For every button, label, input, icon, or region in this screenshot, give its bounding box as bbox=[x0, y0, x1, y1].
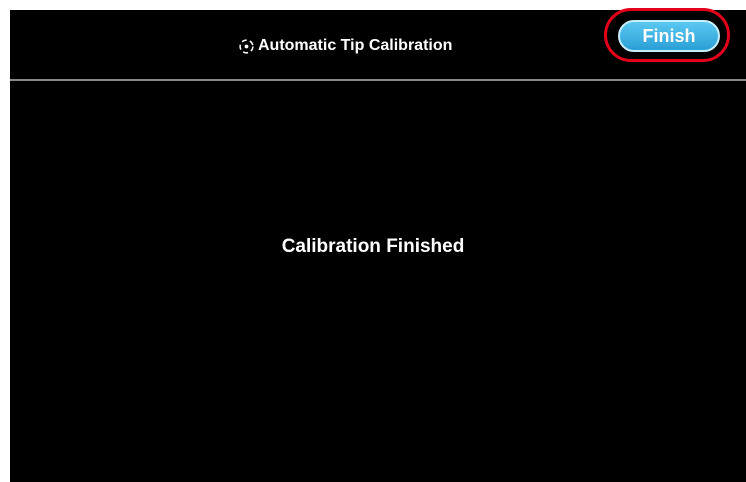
status-message: Calibration Finished bbox=[281, 236, 465, 257]
finish-button[interactable]: Finish bbox=[618, 20, 720, 52]
page-title: Automatic Tip Calibration bbox=[238, 33, 452, 59]
page-title-text: Automatic Tip Calibration bbox=[258, 37, 453, 54]
calibration-target-icon bbox=[239, 38, 254, 54]
header-divider bbox=[10, 79, 746, 81]
finish-button-label: Finish bbox=[642, 25, 696, 46]
